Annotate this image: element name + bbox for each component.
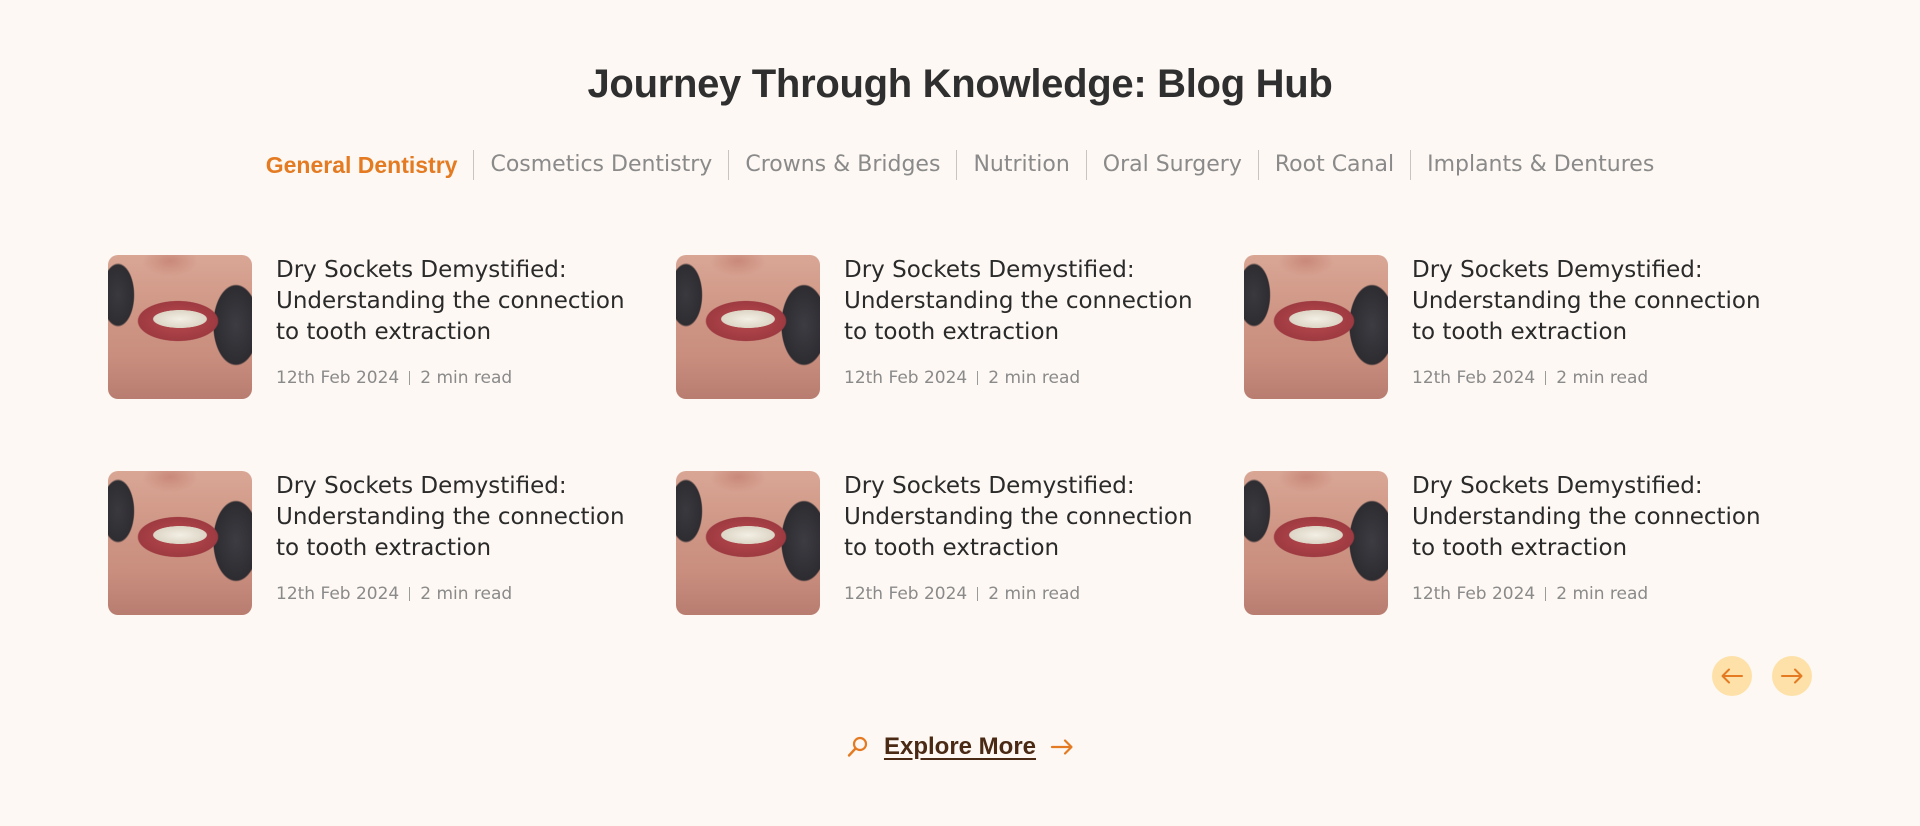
tab-cosmetics-dentistry[interactable]: Cosmetics Dentistry — [473, 150, 728, 180]
post-thumbnail[interactable] — [676, 471, 820, 615]
arrow-right-icon — [1050, 738, 1074, 756]
post-read-time: 2 min read — [988, 584, 1081, 604]
meta-divider — [977, 587, 979, 601]
post-meta: 12th Feb 2024 2 min read — [276, 368, 632, 388]
blog-post-card[interactable]: Dry Sockets Demystified: Understanding t… — [1244, 255, 1812, 399]
post-date: 12th Feb 2024 — [1412, 584, 1536, 604]
post-meta: 12th Feb 2024 2 min read — [1412, 584, 1768, 604]
meta-divider — [409, 587, 411, 601]
carousel-next-button[interactable] — [1772, 656, 1812, 696]
post-title[interactable]: Dry Sockets Demystified: Understanding t… — [844, 255, 1200, 348]
post-thumbnail[interactable] — [1244, 471, 1388, 615]
meta-divider — [1545, 371, 1547, 385]
blog-post-card[interactable]: Dry Sockets Demystified: Understanding t… — [676, 255, 1244, 399]
post-read-time: 2 min read — [988, 368, 1081, 388]
carousel-prev-button[interactable] — [1712, 656, 1752, 696]
blog-post-card[interactable]: Dry Sockets Demystified: Understanding t… — [1244, 471, 1812, 615]
tab-general-dentistry[interactable]: General Dentistry — [250, 150, 474, 180]
post-title[interactable]: Dry Sockets Demystified: Understanding t… — [844, 471, 1200, 564]
post-thumbnail[interactable] — [108, 471, 252, 615]
blog-post-card[interactable]: Dry Sockets Demystified: Understanding t… — [108, 471, 676, 615]
post-title[interactable]: Dry Sockets Demystified: Understanding t… — [1412, 255, 1768, 348]
post-read-time: 2 min read — [420, 368, 513, 388]
meta-divider — [409, 371, 411, 385]
post-date: 12th Feb 2024 — [276, 584, 400, 604]
post-meta: 12th Feb 2024 2 min read — [1412, 368, 1768, 388]
blog-post-card[interactable]: Dry Sockets Demystified: Understanding t… — [108, 255, 676, 399]
explore-more-link[interactable]: Explore More — [0, 733, 1920, 761]
post-date: 12th Feb 2024 — [276, 368, 400, 388]
post-title[interactable]: Dry Sockets Demystified: Understanding t… — [276, 471, 632, 564]
post-meta: 12th Feb 2024 2 min read — [844, 584, 1200, 604]
page-title: Journey Through Knowledge: Blog Hub — [587, 62, 1333, 106]
post-date: 12th Feb 2024 — [1412, 368, 1536, 388]
post-read-time: 2 min read — [420, 584, 513, 604]
explore-more-label[interactable]: Explore More — [884, 733, 1036, 761]
post-meta: 12th Feb 2024 2 min read — [844, 368, 1200, 388]
post-thumbnail[interactable] — [676, 255, 820, 399]
meta-divider — [977, 371, 979, 385]
blog-post-card[interactable]: Dry Sockets Demystified: Understanding t… — [676, 471, 1244, 615]
meta-divider — [1545, 587, 1547, 601]
post-meta: 12th Feb 2024 2 min read — [276, 584, 632, 604]
tab-crowns-bridges[interactable]: Crowns & Bridges — [728, 150, 956, 180]
post-title[interactable]: Dry Sockets Demystified: Understanding t… — [1412, 471, 1768, 564]
search-icon — [846, 735, 870, 759]
post-title[interactable]: Dry Sockets Demystified: Understanding t… — [276, 255, 632, 348]
category-tabs: General Dentistry Cosmetics Dentistry Cr… — [0, 150, 1920, 180]
post-read-time: 2 min read — [1556, 368, 1649, 388]
post-thumbnail[interactable] — [1244, 255, 1388, 399]
arrow-right-icon — [1781, 668, 1803, 684]
post-read-time: 2 min read — [1556, 584, 1649, 604]
post-date: 12th Feb 2024 — [844, 368, 968, 388]
blog-post-grid: Dry Sockets Demystified: Understanding t… — [108, 255, 1812, 615]
post-date: 12th Feb 2024 — [844, 584, 968, 604]
arrow-left-icon — [1721, 668, 1743, 684]
tab-oral-surgery[interactable]: Oral Surgery — [1085, 150, 1258, 180]
tab-root-canal[interactable]: Root Canal — [1257, 150, 1410, 180]
post-thumbnail[interactable] — [108, 255, 252, 399]
tab-implants-dentures[interactable]: Implants & Dentures — [1410, 150, 1670, 180]
tab-nutrition[interactable]: Nutrition — [956, 150, 1085, 180]
